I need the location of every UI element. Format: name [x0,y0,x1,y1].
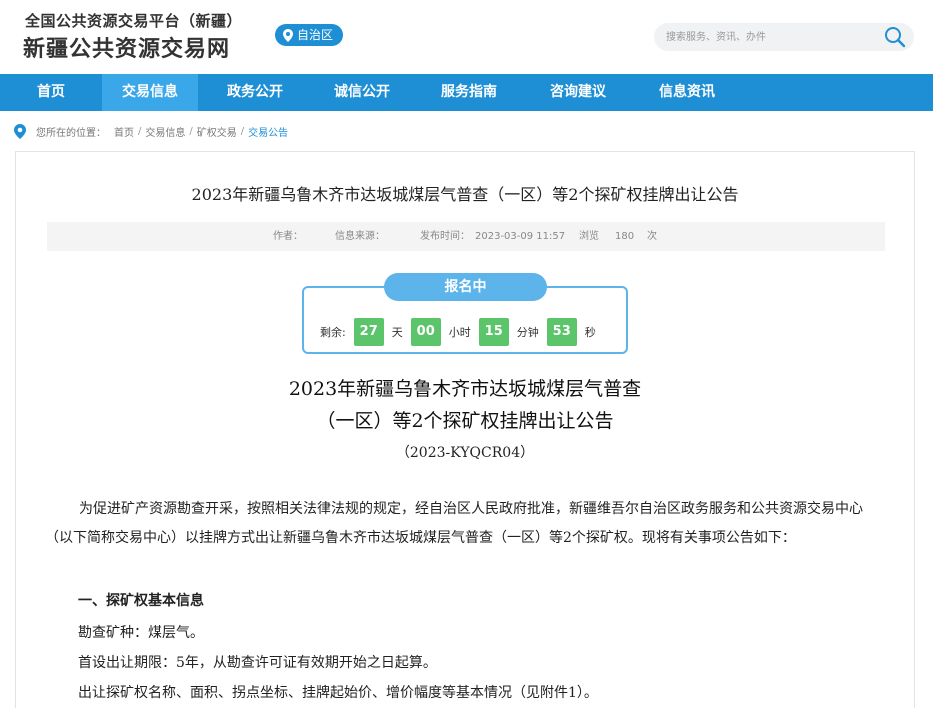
meta-source-label: 信息来源： [335,231,385,242]
document-code: （2023-KYQCR04） [395,445,535,461]
countdown-seconds: 53 [546,318,577,346]
breadcrumb-separator: / [189,125,193,137]
nav-item-news[interactable]: 信息资讯 [630,74,744,111]
location-pin-icon [283,28,293,42]
meta-author-label: 作者： [273,231,303,242]
article-card: 2023年新疆乌鲁木齐市达坂城煤层气普查（一区）等2个探矿权挂牌出让公告 作者：… [15,151,915,708]
article-meta: 作者： 信息来源： 发布时间： 2023-03-09 11:57 浏览 180 … [47,222,885,251]
document-intro: 为促进矿产资源勘查开采，按照相关法律法规的规定，经自治区人民政府批准，新疆维吾尔… [45,501,863,546]
breadcrumb-item-trade-info[interactable]: 交易信息 [145,124,185,139]
breadcrumb-item-current[interactable]: 交易公告 [248,124,288,139]
search-box [654,23,914,51]
countdown-seconds-unit: 秒 [584,326,596,339]
document-title-line1: 2023年新疆乌鲁木齐市达坂城煤层气普查 [288,378,642,400]
countdown-days: 27 [353,318,384,346]
region-label: 自治区 [297,28,334,42]
logo-title[interactable]: 新疆公共资源交易网 [23,31,230,63]
rights-details: 出让探矿权名称、面积、拐点坐标、挂牌起始价、增价幅度等基本情况（见附件1）。 [78,685,598,701]
countdown-row: 剩余: 27 天 00 小时 15 分钟 53 秒 [320,318,604,346]
site-header: 全国公共资源交易平台（新疆） 新疆公共资源交易网 自治区 [0,0,933,74]
countdown-minutes-unit: 分钟 [516,326,539,339]
meta-publish-time: 2023-03-09 11:57 [475,231,566,242]
countdown-days-unit: 天 [391,326,403,339]
breadcrumb-prefix: 您所在的位置： [36,127,106,139]
region-selector[interactable]: 自治区 [275,24,344,46]
countdown-hours: 00 [410,318,441,346]
nav-item-home[interactable]: 首页 [0,74,102,111]
meta-views-label: 浏览 [579,231,599,242]
section-heading: 一、探矿权基本信息 [78,593,204,609]
breadcrumb: 您所在的位置： 首页 / 交易信息 / 矿权交易 / 交易公告 [14,122,288,140]
countdown-hours-unit: 小时 [448,326,471,339]
location-pin-icon [14,123,26,139]
nav-item-consult[interactable]: 咨询建议 [526,74,630,111]
mineral-type: 勘查矿种：煤层气。 [78,625,204,641]
logo-subtitle[interactable]: 全国公共资源交易平台（新疆） [25,10,242,31]
meta-views-count: 180 [615,231,635,242]
countdown-minutes: 15 [478,318,509,346]
breadcrumb-separator: / [240,125,245,137]
registration-countdown: 报名中 剩余: 27 天 00 小时 15 分钟 53 秒 [302,273,628,354]
main-nav: 首页 交易信息 政务公开 诚信公开 服务指南 咨询建议 信息资讯 [0,74,933,111]
nav-item-credit[interactable]: 诚信公开 [312,74,412,111]
search-icon[interactable] [884,26,906,48]
breadcrumb-item-mining-rights[interactable]: 矿权交易 [197,124,237,139]
document-title-line2: （一区）等2个探矿权挂牌出让公告 [316,410,614,432]
nav-item-service-guide[interactable]: 服务指南 [412,74,526,111]
breadcrumb-item-home[interactable]: 首页 [114,124,134,139]
nav-item-trade-info[interactable]: 交易信息 [102,74,198,111]
search-input[interactable] [666,23,876,51]
breadcrumb-separator: / [138,125,142,137]
nav-item-gov-affairs[interactable]: 政务公开 [198,74,312,111]
article-title: 2023年新疆乌鲁木齐市达坂城煤层气普查（一区）等2个探矿权挂牌出让公告 [191,185,739,204]
meta-views-unit: 次 [647,231,657,242]
meta-publish-label: 发布时间： [420,231,470,242]
transfer-term: 首设出让期限：5年，从勘查许可证有效期开始之日起算。 [78,655,437,671]
remaining-label: 剩余: [320,326,346,339]
status-badge: 报名中 [384,273,547,301]
